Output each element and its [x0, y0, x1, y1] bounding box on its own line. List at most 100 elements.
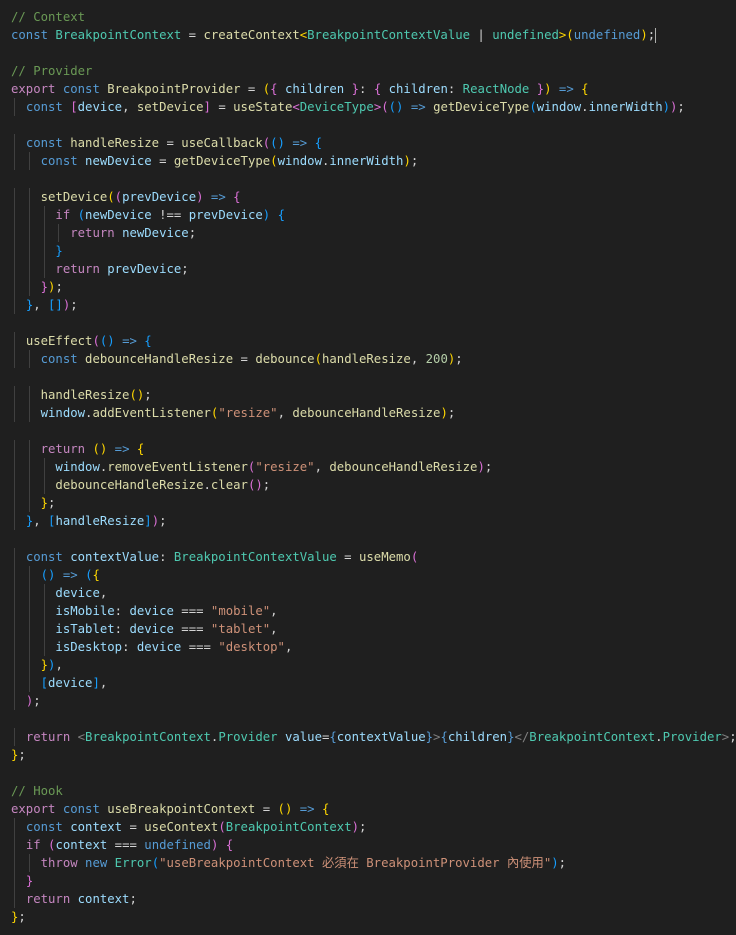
code-token: ( [566, 28, 574, 42]
code-line[interactable] [11, 170, 736, 188]
indent-guide [28, 440, 30, 458]
indent-guide [14, 728, 15, 746]
code-token: debounceHandleResize [55, 478, 204, 492]
code-token: { [329, 730, 337, 744]
code-line[interactable]: }, [handleResize]); [11, 512, 736, 530]
code-line[interactable]: [device], [11, 674, 736, 692]
code-token: ; [677, 100, 685, 114]
code-line[interactable]: () => ({ [11, 566, 736, 584]
code-line[interactable]: window.removeEventListener("resize", deb… [11, 458, 736, 476]
code-token: { [144, 334, 152, 348]
code-token: ) [477, 460, 485, 474]
code-token: debounceHandleResize [329, 460, 478, 474]
code-token: throw [40, 856, 86, 870]
code-line[interactable]: }; [11, 494, 736, 512]
code-line[interactable]: isDesktop: device === "desktop", [11, 638, 736, 656]
code-line[interactable]: setDevice((prevDevice) => { [11, 188, 736, 206]
code-line[interactable]: const newDevice = getDeviceType(window.i… [11, 152, 736, 170]
code-line[interactable] [11, 368, 736, 386]
code-token: export [11, 802, 63, 816]
code-line[interactable]: const contextValue: BreakpointContextVal… [11, 548, 736, 566]
indent-guide [14, 872, 15, 890]
indent-guide [14, 584, 15, 602]
indent-guide [28, 476, 30, 494]
code-line[interactable]: const handleResize = useCallback(() => { [11, 134, 736, 152]
code-token: < [77, 730, 86, 744]
code-token: } [529, 82, 545, 96]
code-line[interactable]: device, [11, 584, 736, 602]
code-lines[interactable]: // Context const BreakpointContext = crea… [11, 8, 736, 926]
code-line[interactable] [11, 422, 736, 440]
code-line[interactable]: export const useBreakpointContext = () =… [11, 800, 736, 818]
code-token: setDevice [136, 100, 204, 114]
code-line[interactable]: } [11, 872, 736, 890]
code-line[interactable]: // Context [11, 8, 736, 26]
code-line[interactable]: }, []); [11, 296, 736, 314]
code-line[interactable]: isTablet: device === "tablet", [11, 620, 736, 638]
code-token: ; [729, 730, 736, 744]
code-line[interactable]: }), [11, 656, 736, 674]
code-token: () [270, 136, 285, 150]
code-token: , [99, 586, 108, 600]
code-token: } [425, 730, 434, 744]
code-token: const [25, 100, 71, 114]
code-line[interactable]: return newDevice; [11, 224, 736, 242]
indent-guide [14, 818, 15, 836]
code-line[interactable]: return context; [11, 890, 736, 908]
code-token: : [447, 82, 463, 96]
code-line[interactable]: export const BreakpointProvider = ({ chi… [11, 80, 736, 98]
code-token: getDeviceType [173, 154, 271, 168]
code-token: prevDevice [107, 262, 182, 276]
code-line[interactable]: handleResize(); [11, 386, 736, 404]
code-token: === [107, 838, 145, 852]
indent-guide [28, 224, 30, 242]
code-line[interactable] [11, 530, 736, 548]
indent-guide [14, 854, 15, 872]
code-line[interactable]: }; [11, 908, 736, 926]
code-line[interactable]: window.addEventListener("resize", deboun… [11, 404, 736, 422]
indent-guide [14, 476, 15, 494]
code-line[interactable]: throw new Error("useBreakpointContext 必須… [11, 854, 736, 872]
code-token: const [25, 550, 71, 564]
code-line[interactable]: }; [11, 746, 736, 764]
code-token: "resize" [255, 460, 315, 474]
code-line[interactable]: if (context === undefined) { [11, 836, 736, 854]
code-token: Provider [218, 730, 278, 744]
code-token: handleResize [55, 514, 145, 528]
code-line[interactable]: useEffect(() => { [11, 332, 736, 350]
code-token: ( [92, 334, 100, 348]
code-line[interactable]: const debounceHandleResize = debounce(ha… [11, 350, 736, 368]
code-line[interactable] [11, 764, 736, 782]
code-line[interactable]: ); [11, 692, 736, 710]
code-line[interactable]: }); [11, 278, 736, 296]
code-editor[interactable]: // Context const BreakpointContext = crea… [0, 0, 736, 935]
code-token: ) [662, 100, 671, 114]
code-line[interactable]: const context = useContext(BreakpointCon… [11, 818, 736, 836]
code-line[interactable] [11, 44, 736, 62]
code-line[interactable]: const [device, setDevice] = useState<Dev… [11, 98, 736, 116]
code-token: BreakpointContextValue [307, 28, 471, 42]
code-line[interactable]: debounceHandleResize.clear(); [11, 476, 736, 494]
code-token: ( [77, 208, 86, 222]
indent-guide [14, 836, 15, 854]
code-line[interactable]: return <BreakpointContext.Provider value… [11, 728, 736, 746]
code-line[interactable]: // Provider [11, 62, 736, 80]
code-line[interactable]: return () => { [11, 440, 736, 458]
code-token: ; [33, 694, 41, 708]
code-token: () [277, 802, 293, 816]
code-token: => [114, 334, 145, 348]
code-token: ( [270, 154, 278, 168]
code-line[interactable] [11, 710, 736, 728]
code-line[interactable]: if (newDevice !== prevDevice) { [11, 206, 736, 224]
code-line[interactable]: // Hook [11, 782, 736, 800]
code-line[interactable]: const BreakpointContext = createContext<… [11, 26, 736, 44]
code-line[interactable] [11, 314, 736, 332]
code-line[interactable]: return prevDevice; [11, 260, 736, 278]
code-line[interactable] [11, 116, 736, 134]
code-line[interactable]: } [11, 242, 736, 260]
code-line[interactable]: isMobile: device === "mobile", [11, 602, 736, 620]
